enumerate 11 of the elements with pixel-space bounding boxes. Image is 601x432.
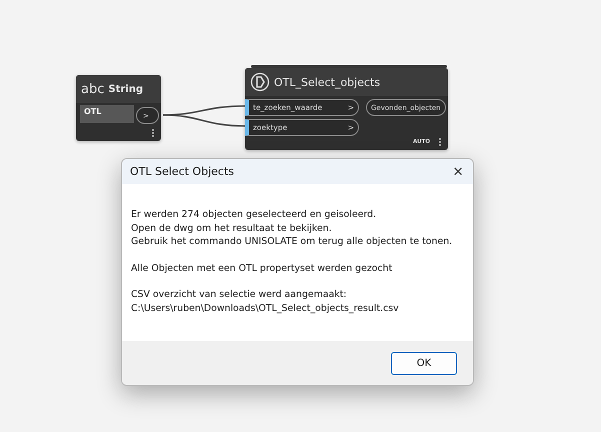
node-icon [250,72,270,92]
message-text: Alle Objecten met een OTL propertyset werden gezocht [131,262,394,275]
input-field[interactable]: OTL [80,105,134,123]
ok-button[interactable]: OK [391,352,457,374]
node-title: OTL_Select_objects [274,76,380,88]
type-label: abc [81,82,104,96]
dialog-title: OTL Select Objects [130,165,234,178]
node-title: String [108,84,143,94]
message-text: Er werden 274 objecten geselecteerd en geisoleerd. Open de dwg om het resultaat te bekijken. Gebruik het commando UNISOLATE om terug alle objecten te tonen. [131,208,454,248]
message-text: CSV overzicht van selectie werd aangemaakt: C:\Users\ruben\Downloads\OTL_Select_objects_result.csv [131,288,400,315]
close-button[interactable]: × [451,163,465,180]
